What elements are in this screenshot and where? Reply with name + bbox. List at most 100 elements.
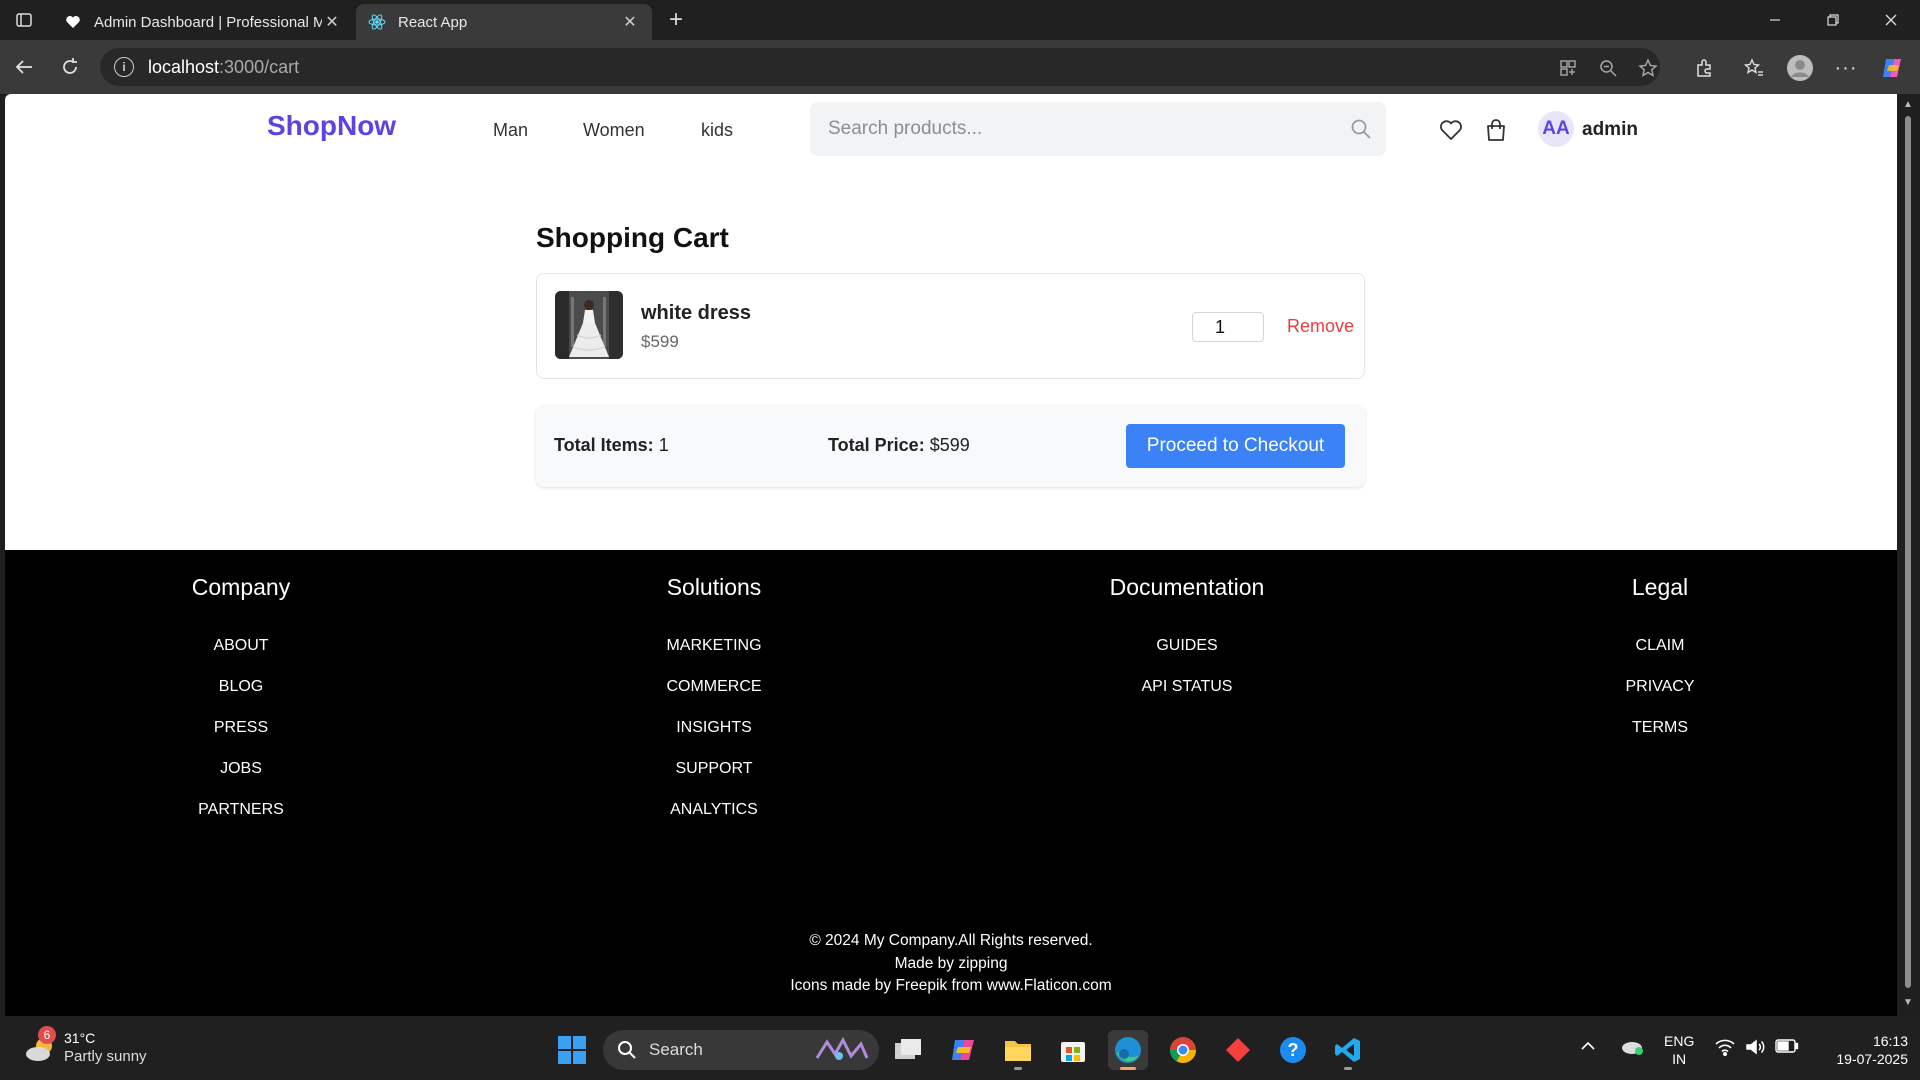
total-price: Total Price: $599 — [828, 435, 970, 456]
remove-button[interactable]: Remove — [1287, 316, 1354, 337]
battery-icon[interactable] — [1775, 1039, 1799, 1057]
restore-icon[interactable] — [1804, 0, 1862, 40]
profile-icon[interactable] — [1784, 52, 1816, 84]
search-input[interactable] — [828, 118, 1328, 140]
language-indicator[interactable]: ENG IN — [1664, 1032, 1694, 1068]
tab-actions-icon[interactable] — [10, 8, 38, 32]
weather-badge: 6 — [38, 1026, 56, 1044]
favorite-star-icon[interactable] — [1636, 56, 1660, 80]
footer-column-documentation: Documentation GUIDES API STATUS — [1037, 550, 1337, 716]
page-scrollbar[interactable]: ▲ ▼ — [1897, 94, 1920, 1016]
taskbar-search[interactable]: Search — [603, 1030, 879, 1070]
footer-link-jobs[interactable]: JOBS — [91, 757, 391, 798]
nav-link-man[interactable]: Man — [493, 120, 528, 141]
copyright-text: © 2024 My Company.All Rights reserved. — [809, 932, 1093, 949]
reload-icon[interactable] — [54, 52, 86, 82]
tab-react-app[interactable]: React App ✕ — [356, 4, 652, 40]
proceed-to-checkout-button[interactable]: Proceed to Checkout — [1126, 424, 1345, 468]
footer-link-guides[interactable]: GUIDES — [1037, 634, 1337, 675]
weather-temp: 31°C — [64, 1030, 96, 1046]
product-image — [555, 291, 623, 359]
footer-copyright: © 2024 My Company.All Rights reserved. M… — [5, 930, 1897, 998]
quantity-input[interactable] — [1192, 312, 1264, 342]
scroll-up-icon[interactable]: ▲ — [1903, 100, 1913, 110]
footer-link-support[interactable]: SUPPORT — [564, 757, 864, 798]
footer-link-api-status[interactable]: API STATUS — [1037, 675, 1337, 716]
running-indicator — [1014, 1067, 1022, 1070]
edge-browser-icon[interactable] — [1108, 1030, 1148, 1070]
heart-icon — [64, 13, 82, 31]
site-logo[interactable]: ShopNow — [267, 110, 396, 142]
wishlist-heart-icon[interactable] — [1437, 116, 1465, 144]
active-indicator — [1120, 1067, 1136, 1070]
file-explorer-icon[interactable] — [998, 1030, 1038, 1070]
footer-link-commerce[interactable]: COMMERCE — [564, 675, 864, 716]
footer-link-about[interactable]: ABOUT — [91, 634, 391, 675]
search-icon[interactable] — [1350, 118, 1372, 145]
back-icon[interactable] — [8, 52, 40, 82]
more-options-icon[interactable]: ··· — [1830, 52, 1862, 84]
copilot-icon[interactable] — [1876, 52, 1908, 84]
extensions-icon[interactable] — [1688, 52, 1720, 84]
volume-icon[interactable] — [1745, 1038, 1767, 1060]
copilot-taskbar-icon[interactable] — [943, 1030, 983, 1070]
total-price-value: $599 — [929, 435, 970, 455]
footer-link-privacy[interactable]: PRIVACY — [1510, 675, 1810, 716]
chevron-up-icon[interactable] — [1580, 1038, 1596, 1056]
footer-link-blog[interactable]: BLOG — [91, 675, 391, 716]
footer-column-legal: Legal CLAIM PRIVACY TERMS — [1510, 550, 1810, 757]
footer-link-press[interactable]: PRESS — [91, 716, 391, 757]
page-viewport: ShopNow Man Women kids AA admin Shopping… — [5, 94, 1897, 1016]
windows-taskbar: 6 31°C Partly sunny Search ? ENG IN 16:1… — [0, 1016, 1920, 1080]
chrome-icon[interactable] — [1163, 1030, 1203, 1070]
username[interactable]: admin — [1582, 119, 1638, 141]
footer-link-marketing[interactable]: MARKETING — [564, 634, 864, 675]
favorites-icon[interactable] — [1738, 52, 1770, 84]
minimize-icon[interactable] — [1746, 0, 1804, 40]
close-icon[interactable]: ✕ — [620, 12, 640, 32]
browser-tab-bar: Admin Dashboard | Professional M ✕ React… — [0, 0, 1920, 40]
nav-link-women[interactable]: Women — [583, 120, 645, 141]
new-tab-icon[interactable]: + — [662, 6, 690, 33]
scroll-thumb[interactable] — [1905, 116, 1911, 988]
wifi-icon[interactable] — [1714, 1038, 1736, 1060]
address-bar[interactable]: i localhost:3000/cart — [100, 48, 1660, 86]
footer-link-insights[interactable]: INSIGHTS — [564, 716, 864, 757]
windows-start-icon[interactable] — [552, 1030, 592, 1070]
vscode-icon[interactable] — [1328, 1030, 1368, 1070]
total-price-label: Total Price: — [828, 435, 925, 455]
zoom-out-icon[interactable] — [1596, 56, 1620, 80]
clock[interactable]: 16:13 19-07-2025 — [1812, 1032, 1908, 1068]
git-app-icon[interactable] — [1218, 1030, 1258, 1070]
microsoft-store-icon[interactable] — [1053, 1030, 1093, 1070]
footer-link-terms[interactable]: TERMS — [1510, 716, 1810, 757]
svg-text:?: ? — [1288, 1040, 1299, 1060]
onedrive-cloud-icon[interactable] — [1620, 1036, 1644, 1060]
tab-admin-dashboard[interactable]: Admin Dashboard | Professional M ✕ — [52, 4, 354, 40]
close-icon[interactable]: ✕ — [322, 12, 342, 32]
footer-link-partners[interactable]: PARTNERS — [91, 798, 391, 839]
lang-bottom: IN — [1672, 1051, 1687, 1067]
tab-title: React App — [398, 13, 468, 31]
cart-bag-icon[interactable] — [1482, 116, 1510, 144]
app-available-icon[interactable] — [1556, 56, 1580, 80]
footer-column-company: Company ABOUT BLOG PRESS JOBS PARTNERS — [91, 550, 391, 839]
footer-link-analytics[interactable]: ANALYTICS — [564, 798, 864, 839]
total-items-label: Total Items: — [554, 435, 654, 455]
footer-link-claim[interactable]: CLAIM — [1510, 634, 1810, 675]
nav-link-kids[interactable]: kids — [701, 120, 733, 141]
window-close-icon[interactable] — [1862, 0, 1920, 40]
task-view-icon[interactable] — [888, 1030, 928, 1070]
scroll-down-icon[interactable]: ▼ — [1903, 998, 1913, 1008]
lang-top: ENG — [1664, 1033, 1695, 1049]
footer-heading: Legal — [1631, 574, 1689, 600]
weather-widget[interactable]: 6 31°C Partly sunny — [24, 1026, 174, 1070]
tab-title: Admin Dashboard | Professional M — [94, 13, 322, 31]
site-info-icon[interactable]: i — [114, 57, 134, 77]
avatar[interactable]: AA — [1538, 111, 1574, 147]
site-header: ShopNow Man Women kids AA admin — [5, 94, 1897, 166]
help-icon[interactable]: ? — [1273, 1030, 1313, 1070]
site-footer: Company ABOUT BLOG PRESS JOBS PARTNERS S… — [5, 550, 1897, 1016]
clock-time: 16:13 — [1872, 1033, 1908, 1049]
search-icon — [618, 1041, 636, 1059]
